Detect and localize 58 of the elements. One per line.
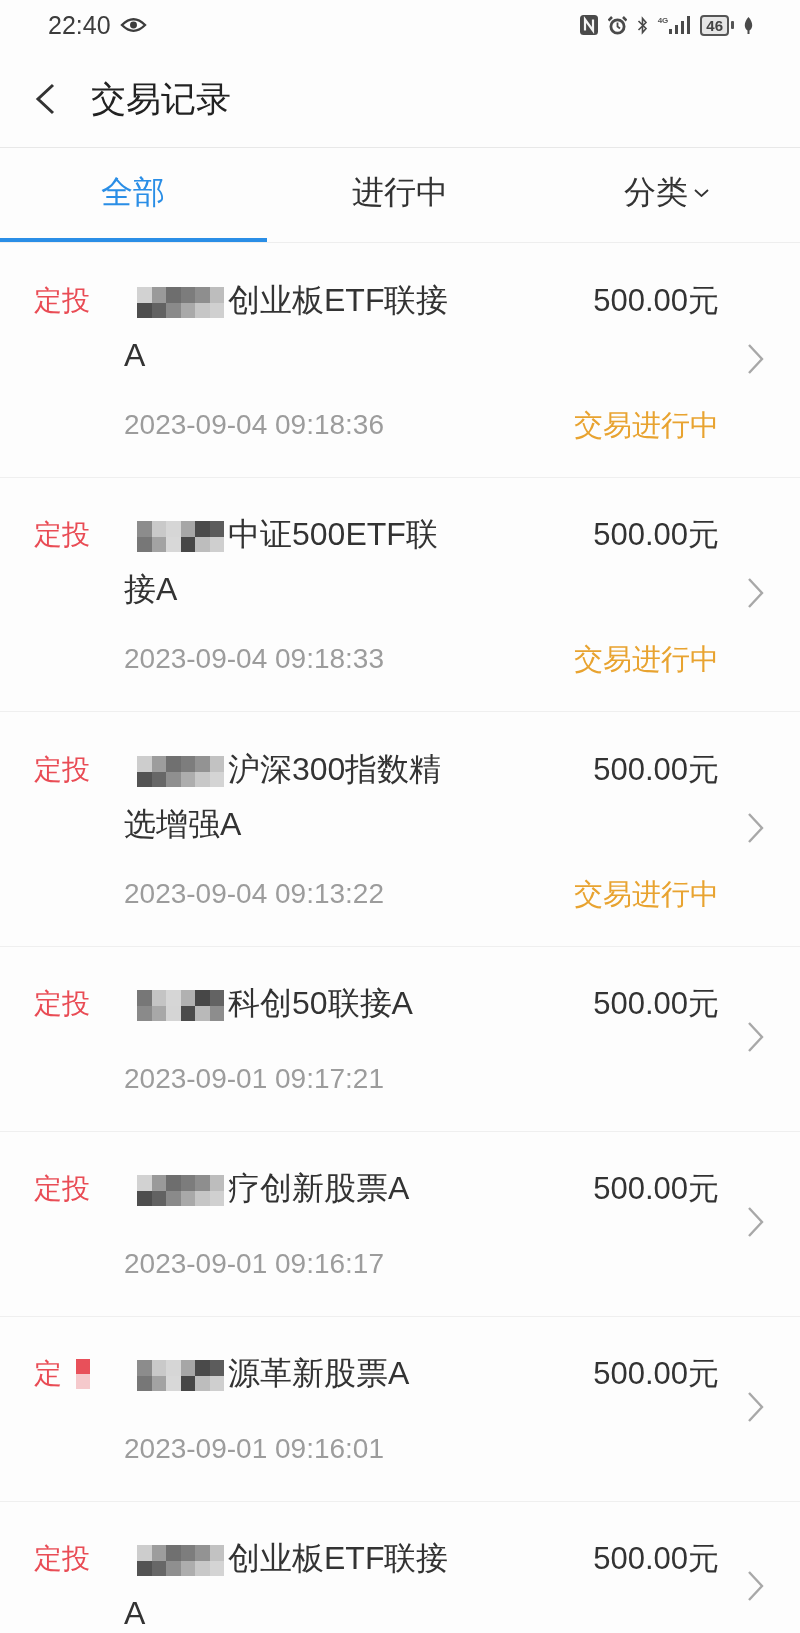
transaction-time: 2023-09-04 09:18:36 — [124, 407, 384, 442]
page-title: 交易记录 — [91, 77, 231, 120]
type-label: 定投 — [34, 1172, 90, 1206]
type-label: 定投 — [34, 1542, 90, 1576]
amount: 500.00元 — [593, 750, 719, 789]
amount: 500.00元 — [593, 516, 719, 554]
amount: 500.00元 — [593, 985, 719, 1023]
signal-bars-icon — [669, 16, 691, 34]
transaction-item[interactable]: 定投 疗创新股票A 500.00元 2023-09-01 09:16:17 — [0, 1131, 800, 1317]
transaction-status: 交易进行中 — [574, 407, 719, 443]
transaction-time: 2023-09-04 09:13:22 — [124, 876, 384, 911]
transaction-item[interactable]: 定 源革新股票A 500.00元 2023-09-01 09:16:01 — [0, 1316, 800, 1502]
fund-name: 疗创新股票A — [228, 1170, 410, 1206]
type-label: 定投 — [34, 518, 90, 552]
chevron-left-icon — [35, 82, 55, 115]
chevron-right-icon — [747, 1391, 764, 1424]
nfc-icon — [579, 15, 598, 35]
amount: 500.00元 — [593, 281, 719, 320]
transaction-status: 交易进行中 — [574, 642, 719, 677]
transaction-item[interactable]: 定投 科创50联接A 500.00元 2023-09-01 09:17:21 — [0, 946, 800, 1132]
chevron-right-icon — [747, 1021, 764, 1054]
chevron-right-icon — [747, 811, 764, 844]
transaction-item[interactable]: 定投 创业板ETF联接A 500.00元 — [0, 1501, 800, 1633]
leaf-icon — [744, 16, 753, 34]
transaction-time: 2023-09-01 09:17:21 — [124, 1061, 384, 1096]
type-label: 定投 — [34, 752, 90, 787]
fund-name: 创业板ETF联接A — [124, 1540, 449, 1631]
fund-name: 源革新股票A — [228, 1355, 410, 1391]
amount: 500.00元 — [593, 1540, 719, 1578]
caret-down-icon — [694, 189, 710, 197]
type-label: 定投 — [34, 283, 90, 318]
transaction-item[interactable]: 定投 中证500ETF联接A 500.00元 2023-09-04 09:18:33 交易进行中 — [0, 477, 800, 712]
tab[interactable]: 分类 — [533, 148, 800, 242]
chevron-right-icon — [747, 1570, 764, 1602]
chevron-right-icon — [747, 1206, 764, 1239]
network-type-label: 4G — [657, 16, 669, 25]
status-time: 22:40 — [48, 10, 111, 40]
fund-name: 中证500ETF联接A — [124, 516, 438, 607]
chevron-right-icon — [747, 577, 764, 609]
bluetooth-icon — [636, 15, 648, 35]
chevron-right-icon — [747, 342, 764, 375]
transaction-status: 交易进行中 — [574, 876, 719, 912]
fund-name: 沪深300指数精选增强A — [124, 750, 442, 842]
transaction-time: 2023-09-04 09:18:33 — [124, 642, 384, 676]
eye-icon — [119, 17, 147, 33]
tab[interactable]: 进行中 — [266, 148, 534, 242]
transaction-item[interactable]: 定投 沪深300指数精选增强A 500.00元 2023-09-04 09:13:22 交易进行中 — [0, 712, 800, 947]
amount: 500.00元 — [593, 1170, 719, 1208]
transaction-time: 2023-09-01 09:16:17 — [124, 1246, 384, 1281]
fund-name: 科创50联接A — [228, 985, 413, 1021]
fund-name: 创业板ETF联接A — [124, 281, 449, 373]
type-label: 定 — [34, 1357, 62, 1391]
battery-indicator: 46 — [700, 14, 734, 36]
type-label: 定投 — [34, 987, 90, 1021]
amount: 500.00元 — [593, 1355, 719, 1393]
transaction-time: 2023-09-01 09:16:01 — [124, 1431, 384, 1466]
transaction-item[interactable]: 定投 创业板ETF联接A 500.00元 2023-09-04 09:18:36 交易进行中 — [0, 243, 800, 478]
alarm-clock-icon — [607, 15, 627, 35]
